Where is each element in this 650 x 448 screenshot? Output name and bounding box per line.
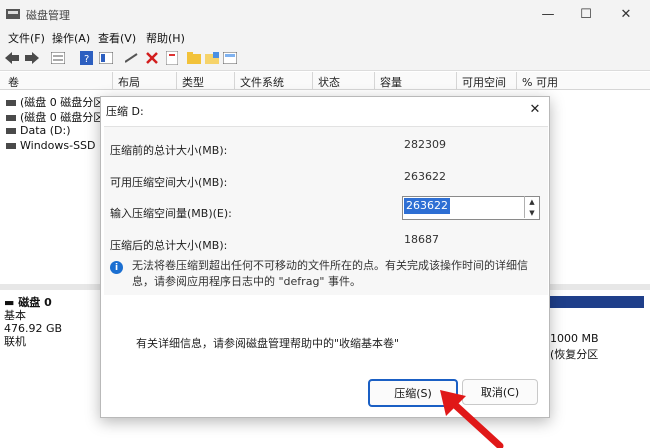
partition-bar [548, 296, 644, 308]
total-size-after-label: 压缩后的总计大小(MB): [110, 239, 228, 252]
menu-view[interactable]: 查看(V) [98, 30, 136, 46]
column-divider [456, 72, 457, 89]
col-layout[interactable]: 布局 [118, 74, 140, 90]
column-divider [516, 72, 517, 89]
list-icon[interactable] [50, 50, 66, 66]
folder-icon[interactable] [186, 50, 202, 66]
partition-status: (恢复分区 [550, 348, 599, 361]
svg-text:?: ? [84, 54, 89, 65]
info-message: 无法将卷压缩到超出任何不可移动的文件所在的点。有关完成该操作时间的详细信息，请参… [132, 259, 528, 288]
connect-icon[interactable] [124, 50, 140, 66]
column-divider [176, 72, 177, 89]
help-icon[interactable]: ? [78, 50, 94, 66]
col-filesystem[interactable]: 文件系统 [240, 74, 284, 90]
new-volume-icon[interactable] [164, 50, 180, 66]
rescan-icon[interactable] [222, 50, 238, 66]
volume-name: (磁盘 0 磁盘分区 [20, 111, 105, 124]
volume-icon [6, 115, 16, 121]
volume-icon [6, 128, 16, 134]
disk-size: 476.92 GB [4, 322, 63, 335]
column-divider [234, 72, 235, 89]
col-volume[interactable]: 卷 [8, 74, 19, 90]
list-item[interactable]: Windows-SSD (C [6, 139, 111, 152]
red-arrow-icon [440, 390, 504, 448]
disk-status: 联机 [4, 335, 26, 348]
column-divider [112, 72, 113, 89]
volume-name: (磁盘 0 磁盘分区 [20, 96, 105, 109]
shrink-amount-stepper[interactable]: ▲ ▼ [524, 196, 539, 218]
stepper-up-icon[interactable]: ▲ [525, 196, 539, 207]
disk-icon: ▬ [4, 296, 19, 309]
col-type[interactable]: 类型 [182, 74, 204, 90]
volume-name: Data (D:) [20, 124, 71, 137]
col-capacity[interactable]: 容量 [380, 74, 402, 90]
menu-file[interactable]: 文件(F) [8, 30, 45, 46]
forward-icon[interactable] [24, 50, 40, 66]
delete-icon[interactable] [144, 50, 160, 66]
column-divider [374, 72, 375, 89]
partition-size: 1000 MB [550, 332, 599, 345]
dialog-title: 压缩 D: [106, 105, 144, 118]
col-free-space[interactable]: 可用空间 [462, 74, 506, 90]
maximize-button[interactable]: ☐ [568, 4, 604, 24]
stepper-down-icon[interactable]: ▼ [525, 207, 539, 218]
col-status[interactable]: 状态 [318, 74, 340, 90]
back-icon[interactable] [4, 50, 20, 66]
column-divider [312, 72, 313, 89]
shrink-amount-label: 输入压缩空间量(MB)(E): [110, 207, 232, 220]
disk-info[interactable]: ▬ 磁盘 0 基本 476.92 GB 联机 [4, 296, 96, 366]
disk-name: 磁盘 0 [18, 296, 52, 309]
minimize-button[interactable]: — [530, 4, 566, 24]
shrink-amount-value[interactable]: 263622 [404, 198, 450, 214]
list-item[interactable]: (磁盘 0 磁盘分区 [6, 109, 104, 125]
total-size-before-label: 压缩前的总计大小(MB): [110, 144, 228, 157]
available-shrink-value: 263622 [404, 170, 446, 183]
window-title: 磁盘管理 [26, 9, 70, 22]
available-shrink-label: 可用压缩空间大小(MB): [110, 176, 228, 189]
list-item[interactable]: Data (D:) [6, 124, 71, 137]
total-size-before-value: 282309 [404, 138, 446, 151]
list-item[interactable]: (磁盘 0 磁盘分区 [6, 94, 104, 110]
help-message: 有关详细信息，请参阅磁盘管理帮助中的"收缩基本卷" [136, 337, 400, 350]
total-size-after-value: 18687 [404, 233, 439, 246]
info-icon: i [110, 261, 123, 274]
close-window-button[interactable]: ✕ [608, 4, 644, 24]
properties-icon[interactable] [98, 50, 114, 66]
volume-icon [6, 100, 16, 106]
volume-name: Windows-SSD (C [20, 139, 111, 152]
open-icon[interactable] [204, 50, 220, 66]
volume-icon [6, 143, 16, 149]
disk-type: 基本 [4, 309, 26, 322]
dialog-close-button[interactable]: ✕ [526, 100, 544, 118]
col-percent-free[interactable]: % 可用 [522, 74, 558, 90]
menu-help[interactable]: 帮助(H) [146, 30, 185, 46]
menu-action[interactable]: 操作(A) [52, 30, 90, 46]
disk-management-icon [6, 9, 20, 19]
